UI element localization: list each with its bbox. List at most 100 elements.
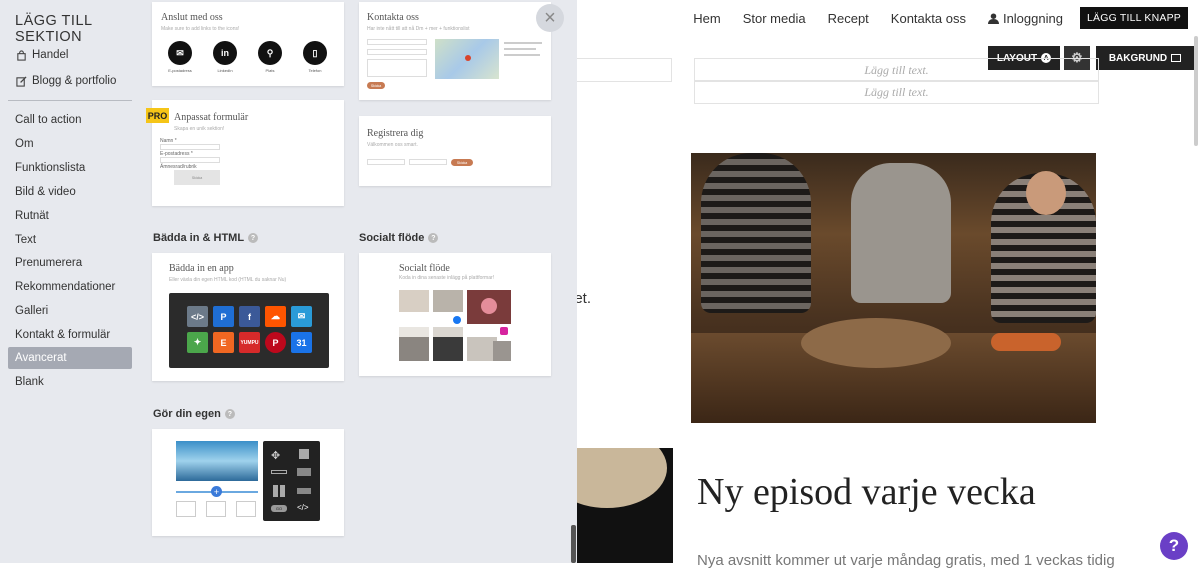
facebook-icon: f (239, 306, 260, 327)
sidebar-item-label: Blogg & portfolio (32, 75, 117, 87)
map-preview (435, 39, 499, 79)
code-icon: </> (187, 306, 208, 327)
template-card-connect[interactable]: Anslut med oss Make sure to add links to… (152, 2, 344, 86)
template-card-contact[interactable]: Kontakta oss Har inte nått till att nå D… (359, 2, 551, 100)
template-card-embed-app[interactable]: Bädda in en app Eller växla din egen HTM… (152, 253, 344, 381)
feed-photo (493, 341, 511, 361)
video-icon (299, 449, 309, 459)
section-template-list: Anslut med oss Make sure to add links to… (140, 0, 577, 563)
feed-photo (399, 290, 429, 312)
feed-photo (433, 290, 463, 312)
add-icon: + (211, 486, 222, 497)
feed-photo (399, 337, 429, 361)
google-maps-icon: ✦ (187, 332, 208, 353)
hero-photo[interactable] (691, 153, 1096, 423)
login-link[interactable]: Inloggning (977, 11, 1074, 26)
pro-badge: PRO (146, 108, 169, 123)
feed-photo (433, 337, 463, 361)
widget-palette: ✥ GO </> (263, 441, 320, 521)
lock-placeholder-icon (206, 501, 226, 517)
sidebar-item-rekommendationer[interactable]: Rekommendationer (8, 276, 132, 298)
nav-link-contact[interactable]: Kontakta oss (880, 11, 977, 26)
sidebar-item-rutnat[interactable]: Rutnät (8, 205, 132, 227)
food-photo[interactable] (577, 448, 673, 563)
help-icon[interactable]: ? (248, 233, 259, 243)
pinterest-icon: P (265, 332, 286, 353)
page-scrollbar[interactable] (1194, 36, 1198, 146)
section-label-custom: Gör din egen ? (153, 408, 235, 420)
section-subtext[interactable]: Nya avsnitt kommer ut varje måndag grati… (697, 552, 1115, 569)
section-category-sidebar: LÄGG TILL SEKTION Handel Blogg & portfol… (0, 0, 140, 563)
edit-icon (15, 75, 27, 87)
card-subtitle: Har inte nått till att nå Dm + mer + fun… (367, 26, 470, 32)
sidebar-item-text[interactable]: Text (8, 229, 132, 251)
card-title: Anslut med oss (161, 12, 223, 23)
plate-shape (577, 448, 667, 508)
help-icon[interactable]: ? (224, 409, 235, 419)
nav-link-recipes[interactable]: Recept (817, 11, 880, 26)
text-block-icon (297, 468, 311, 476)
instagram-icon (500, 327, 508, 335)
sidebar-item-avancerat[interactable]: Avancerat (8, 347, 132, 369)
user-icon (987, 12, 999, 24)
sidebar-divider (8, 100, 132, 101)
button-widget-icon: GO (271, 505, 287, 512)
template-card-social-feed[interactable]: Socialt flöde Koda in dina senaste inläg… (359, 253, 551, 376)
close-panel-button[interactable]: × (536, 4, 564, 32)
sidebar-item-kontakt-formular[interactable]: Kontakt & formulär (8, 324, 132, 346)
text-placeholder-box[interactable] (577, 58, 672, 82)
add-text-placeholder[interactable]: Lägg till text. (694, 58, 1099, 82)
grid-icon (273, 485, 285, 497)
person-figure (851, 163, 951, 303)
add-text-placeholder[interactable]: Lägg till text. (694, 80, 1099, 104)
yumpu-icon: YUMPU (239, 332, 260, 353)
sidebar-item-blog[interactable]: Blogg & portfolio (8, 70, 132, 92)
template-card-custom-form[interactable]: Anpassat formulär Skapa en unik sektion!… (152, 100, 344, 206)
sidebar-item-prenumerera[interactable]: Prenumerera (8, 252, 132, 274)
card-title: Registrera dig (367, 128, 424, 139)
card-subtitle: Skapa en unik sektion! (174, 126, 225, 132)
template-card-build-your-own[interactable]: + ✥ GO </> (152, 429, 344, 536)
template-card-register[interactable]: Registrera dig Välkommen oss smart. Skic… (359, 116, 551, 186)
lock-placeholder-icon (176, 501, 196, 517)
nav-link-large-media[interactable]: Stor media (732, 11, 817, 26)
carrot-dish (991, 333, 1061, 351)
help-icon[interactable]: ? (428, 233, 439, 243)
sidebar-item-bild-video[interactable]: Bild & video (8, 181, 132, 203)
login-label: Inloggning (1002, 10, 1063, 26)
section-heading[interactable]: Ny episod varje vecka (697, 470, 1036, 514)
contact-info-line (504, 48, 536, 50)
background-button[interactable]: BAKGRUND (1096, 46, 1194, 70)
card-subtitle: Koda in dina senaste inlägg på plattform… (399, 275, 495, 281)
shopping-bag-icon (15, 49, 27, 61)
section-label-text: Socialt flöde (359, 232, 425, 244)
add-section-panel: LÄGG TILL SEKTION Handel Blogg & portfol… (0, 0, 577, 563)
submit-button-preview: Skicka (451, 159, 473, 166)
sidebar-item-om[interactable]: Om (8, 133, 132, 155)
paypal-icon: P (213, 306, 234, 327)
section-label-social: Socialt flöde ? (359, 232, 439, 244)
card-title: Anpassat formulär (174, 112, 249, 123)
help-button[interactable]: ? (1160, 532, 1188, 560)
sidebar-item-blank[interactable]: Blank (8, 371, 132, 393)
sidebar-item-galleri[interactable]: Galleri (8, 300, 132, 322)
panel-title: LÄGG TILL SEKTION (15, 13, 93, 45)
sidebar-item-call-to-action[interactable]: Call to action (8, 109, 132, 131)
card-subtitle: Välkommen oss smart. (367, 142, 418, 148)
soundcloud-icon: ☁ (265, 306, 286, 327)
add-button-button[interactable]: LÄGG TILL KNAPP (1079, 7, 1188, 29)
nav-link-home[interactable]: Hem (682, 11, 731, 26)
card-title: Kontakta oss (367, 12, 419, 23)
person-figure (701, 153, 811, 313)
form-field-preview (160, 157, 220, 163)
panel-scrollbar[interactable] (571, 525, 576, 563)
section-label-text: Bädda in & HTML (153, 232, 245, 244)
icon-label: Telefon (308, 68, 322, 73)
icon-label: LinkedIn (217, 68, 233, 73)
divider-icon (271, 470, 287, 474)
map-pin-icon (465, 55, 471, 61)
lock-placeholder-icon (236, 501, 256, 517)
sidebar-item-handel[interactable]: Handel (8, 44, 132, 66)
eventbrite-icon: E (213, 332, 234, 353)
sidebar-item-funktionslista[interactable]: Funktionslista (8, 157, 132, 179)
